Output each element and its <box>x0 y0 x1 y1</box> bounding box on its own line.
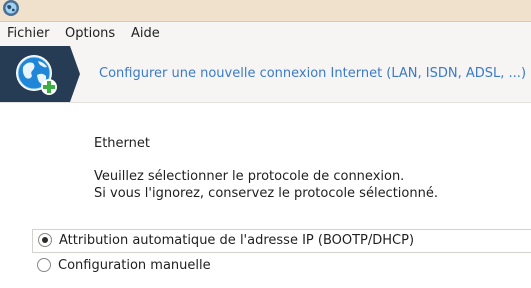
globe-app-icon[interactable] <box>2 0 20 18</box>
menu-bar: Fichier Options Aide <box>0 22 531 46</box>
instruction-line-1: Veuillez sélectionner le protocole de co… <box>94 169 405 184</box>
radio-button-manual[interactable] <box>37 258 51 272</box>
radio-option-manual[interactable]: Configuration manuelle <box>32 255 531 277</box>
instruction-line-2: Si vous l'ignorez, conservez le protocol… <box>94 186 438 201</box>
menu-options[interactable]: Options <box>65 26 115 41</box>
radio-selected-dot <box>42 237 48 243</box>
wizard-banner: Configurer une nouvelle connexion Intern… <box>0 46 531 103</box>
window-titlebar <box>0 0 531 22</box>
radio-option-dhcp[interactable]: Attribution automatique de l'adresse IP … <box>32 229 531 253</box>
radio-label-manual[interactable]: Configuration manuelle <box>58 258 211 273</box>
menu-fichier[interactable]: Fichier <box>7 26 50 41</box>
banner-title: Configurer une nouvelle connexion Intern… <box>99 66 527 81</box>
banner-icon-panel <box>0 46 70 102</box>
radio-label-dhcp[interactable]: Attribution automatique de l'adresse IP … <box>59 233 414 248</box>
banner-notch <box>70 46 80 102</box>
radio-button-dhcp[interactable] <box>38 233 52 247</box>
globe-add-icon <box>16 55 57 95</box>
menu-aide[interactable]: Aide <box>131 26 160 41</box>
connection-type-label: Ethernet <box>94 136 150 151</box>
